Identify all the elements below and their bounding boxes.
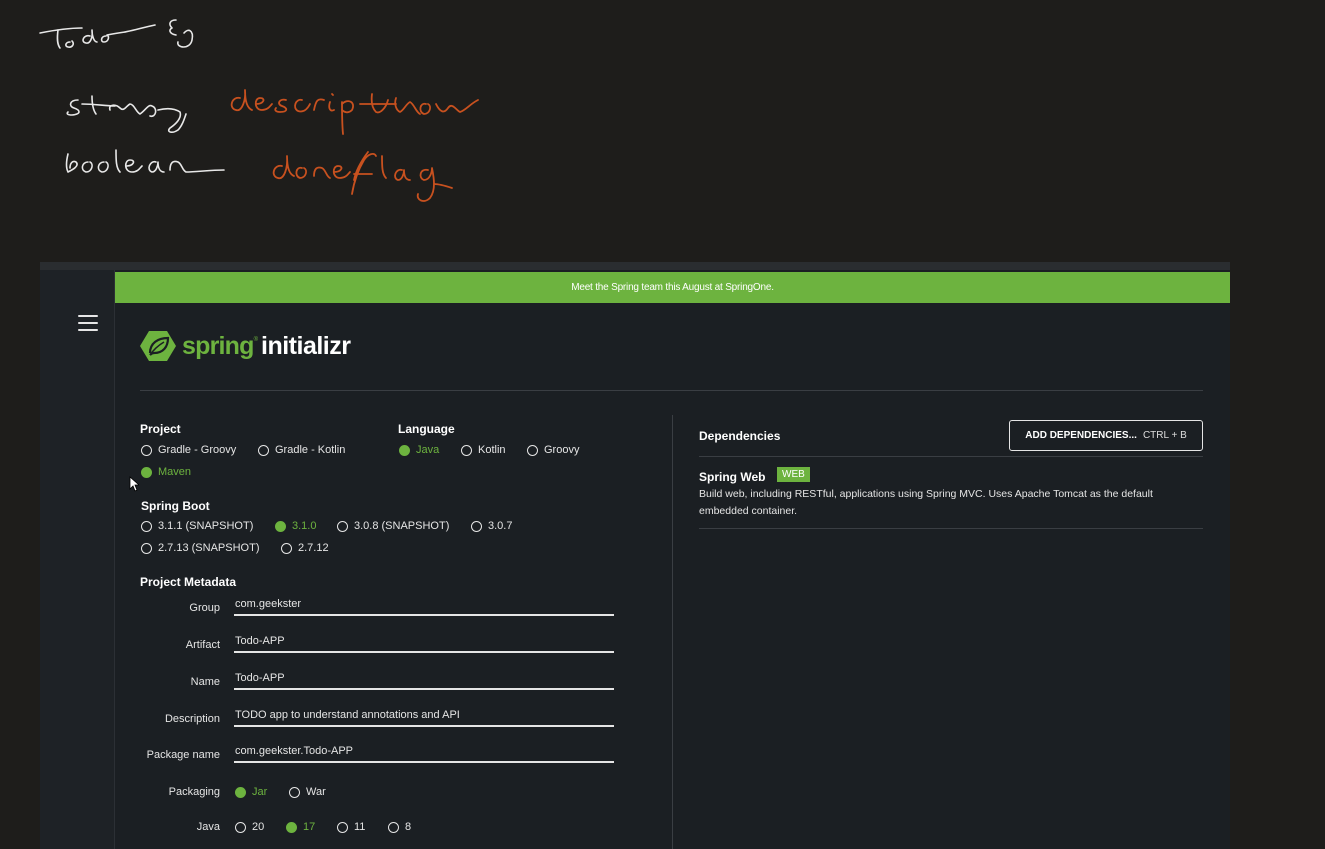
boot-3-1-1-snapshot[interactable]: 3.1.1 (SNAPSHOT) [141,520,253,532]
language-java[interactable]: Java [399,444,439,456]
java-17[interactable]: 17 [286,821,315,833]
main-panel: Meet the Spring team this August at Spri… [115,270,1230,849]
language-groovy[interactable]: Groovy [527,444,579,456]
promo-banner[interactable]: Meet the Spring team this August at Spri… [115,272,1230,303]
boot-3-0-8-snapshot[interactable]: 3.0.8 (SNAPSHOT) [337,520,449,532]
boot-2-7-13-snapshot[interactable]: 2.7.13 (SNAPSHOT) [141,542,259,554]
radio-icon [141,542,152,554]
add-dependencies-button[interactable]: ADD DEPENDENCIES... CTRL + B [1009,420,1203,451]
radio-icon [235,821,246,833]
option-label: 3.0.7 [488,520,513,532]
radio-icon [388,821,399,833]
option-label: 11 [354,821,366,833]
note-description-word [230,89,479,135]
packaging-label: Packaging [168,786,220,798]
initializr-screenshot: Meet the Spring team this August at Spri… [40,262,1230,849]
option-label: 3.1.0 [292,520,317,532]
project-title: Project [140,422,181,436]
group-input[interactable] [234,594,614,616]
packaging-jar[interactable]: Jar [235,786,267,798]
hamburger-icon[interactable] [78,315,98,331]
logo-spring-text: spring [182,331,254,360]
note-boolean-field [65,149,225,173]
option-label: Maven [158,466,192,478]
logo-registered-mark: ® [253,337,259,343]
add-dependencies-label: ADD DEPENDENCIES... [1025,430,1137,441]
dependency-description: Build web, including RESTful, applicatio… [699,488,1153,517]
radio-icon [527,444,538,456]
option-label: 2.7.12 [298,542,329,554]
initializr-logo[interactable]: spring ® initializr [140,328,351,364]
option-label: 3.1.1 (SNAPSHOT) [158,520,254,532]
radio-icon [235,786,246,798]
project-maven[interactable]: Maven [141,466,191,478]
boot-2-7-12[interactable]: 2.7.12 [281,542,329,554]
language-title: Language [398,422,455,436]
browser-topbar [40,262,1230,270]
option-label: 3.0.8 (SNAPSHOT) [354,520,450,532]
radio-icon [281,542,292,554]
name-label: Name [190,676,220,688]
dependencies-title: Dependencies [699,429,781,443]
description-input[interactable] [234,705,614,727]
java-20[interactable]: 20 [235,821,264,833]
group-label: Group [189,602,220,614]
spring-leaf-icon [140,331,176,361]
java-11[interactable]: 11 [337,821,365,833]
dependency-badge: WEB [777,467,810,482]
add-dependencies-shortcut: CTRL + B [1142,430,1187,441]
boot-3-0-7[interactable]: 3.0.7 [471,520,512,532]
dependency-name: Spring Web [699,470,766,484]
side-rail [40,270,115,849]
column-divider [672,415,673,849]
radio-icon [337,821,348,833]
radio-icon [141,466,152,478]
option-label: 17 [303,821,316,833]
handwritten-notes [39,19,479,202]
dependencies-divider [699,456,1203,457]
option-label: Groovy [544,444,580,456]
radio-icon [141,444,152,456]
option-label: Gradle - Groovy [158,444,237,456]
radio-icon [275,520,286,532]
option-label: Java [416,444,440,456]
java-label: Java [196,821,220,833]
name-input[interactable] [234,668,614,690]
radio-icon [461,444,472,456]
boot-3-1-0[interactable]: 3.1.0 [275,520,316,532]
option-label: 20 [252,821,265,833]
package-name-label: Package name [146,749,220,761]
package-name-input[interactable] [234,741,614,763]
option-label: 8 [405,821,412,833]
spring-boot-title: Spring Boot [141,499,210,513]
radio-icon [286,821,297,833]
radio-icon [337,520,348,532]
dependency-divider [699,528,1203,529]
option-label: Jar [252,786,268,798]
radio-icon [141,520,152,532]
radio-icon [289,786,300,798]
artifact-input[interactable] [234,631,614,653]
language-kotlin[interactable]: Kotlin [461,444,506,456]
note-string-field [66,95,187,133]
radio-icon [399,444,410,456]
note-done-flag-word [272,151,453,202]
artifact-label: Artifact [185,639,220,651]
logo-initializr-text: initializr [261,331,351,360]
description-label: Description [164,713,220,725]
header-divider [140,390,1203,391]
packaging-war[interactable]: War [289,786,326,798]
radio-icon [258,444,269,456]
metadata-title: Project Metadata [140,575,237,589]
mouse-pointer-icon [129,476,139,492]
option-label: War [306,786,326,798]
project-gradle-groovy[interactable]: Gradle - Groovy [141,444,236,456]
option-label: Kotlin [478,444,506,456]
radio-icon [471,520,482,532]
project-gradle-kotlin[interactable]: Gradle - Kotlin [258,444,345,456]
note-todo-class [39,19,194,49]
option-label: Gradle - Kotlin [275,444,346,456]
java-8[interactable]: 8 [388,821,411,833]
option-label: 2.7.13 (SNAPSHOT) [158,542,260,554]
